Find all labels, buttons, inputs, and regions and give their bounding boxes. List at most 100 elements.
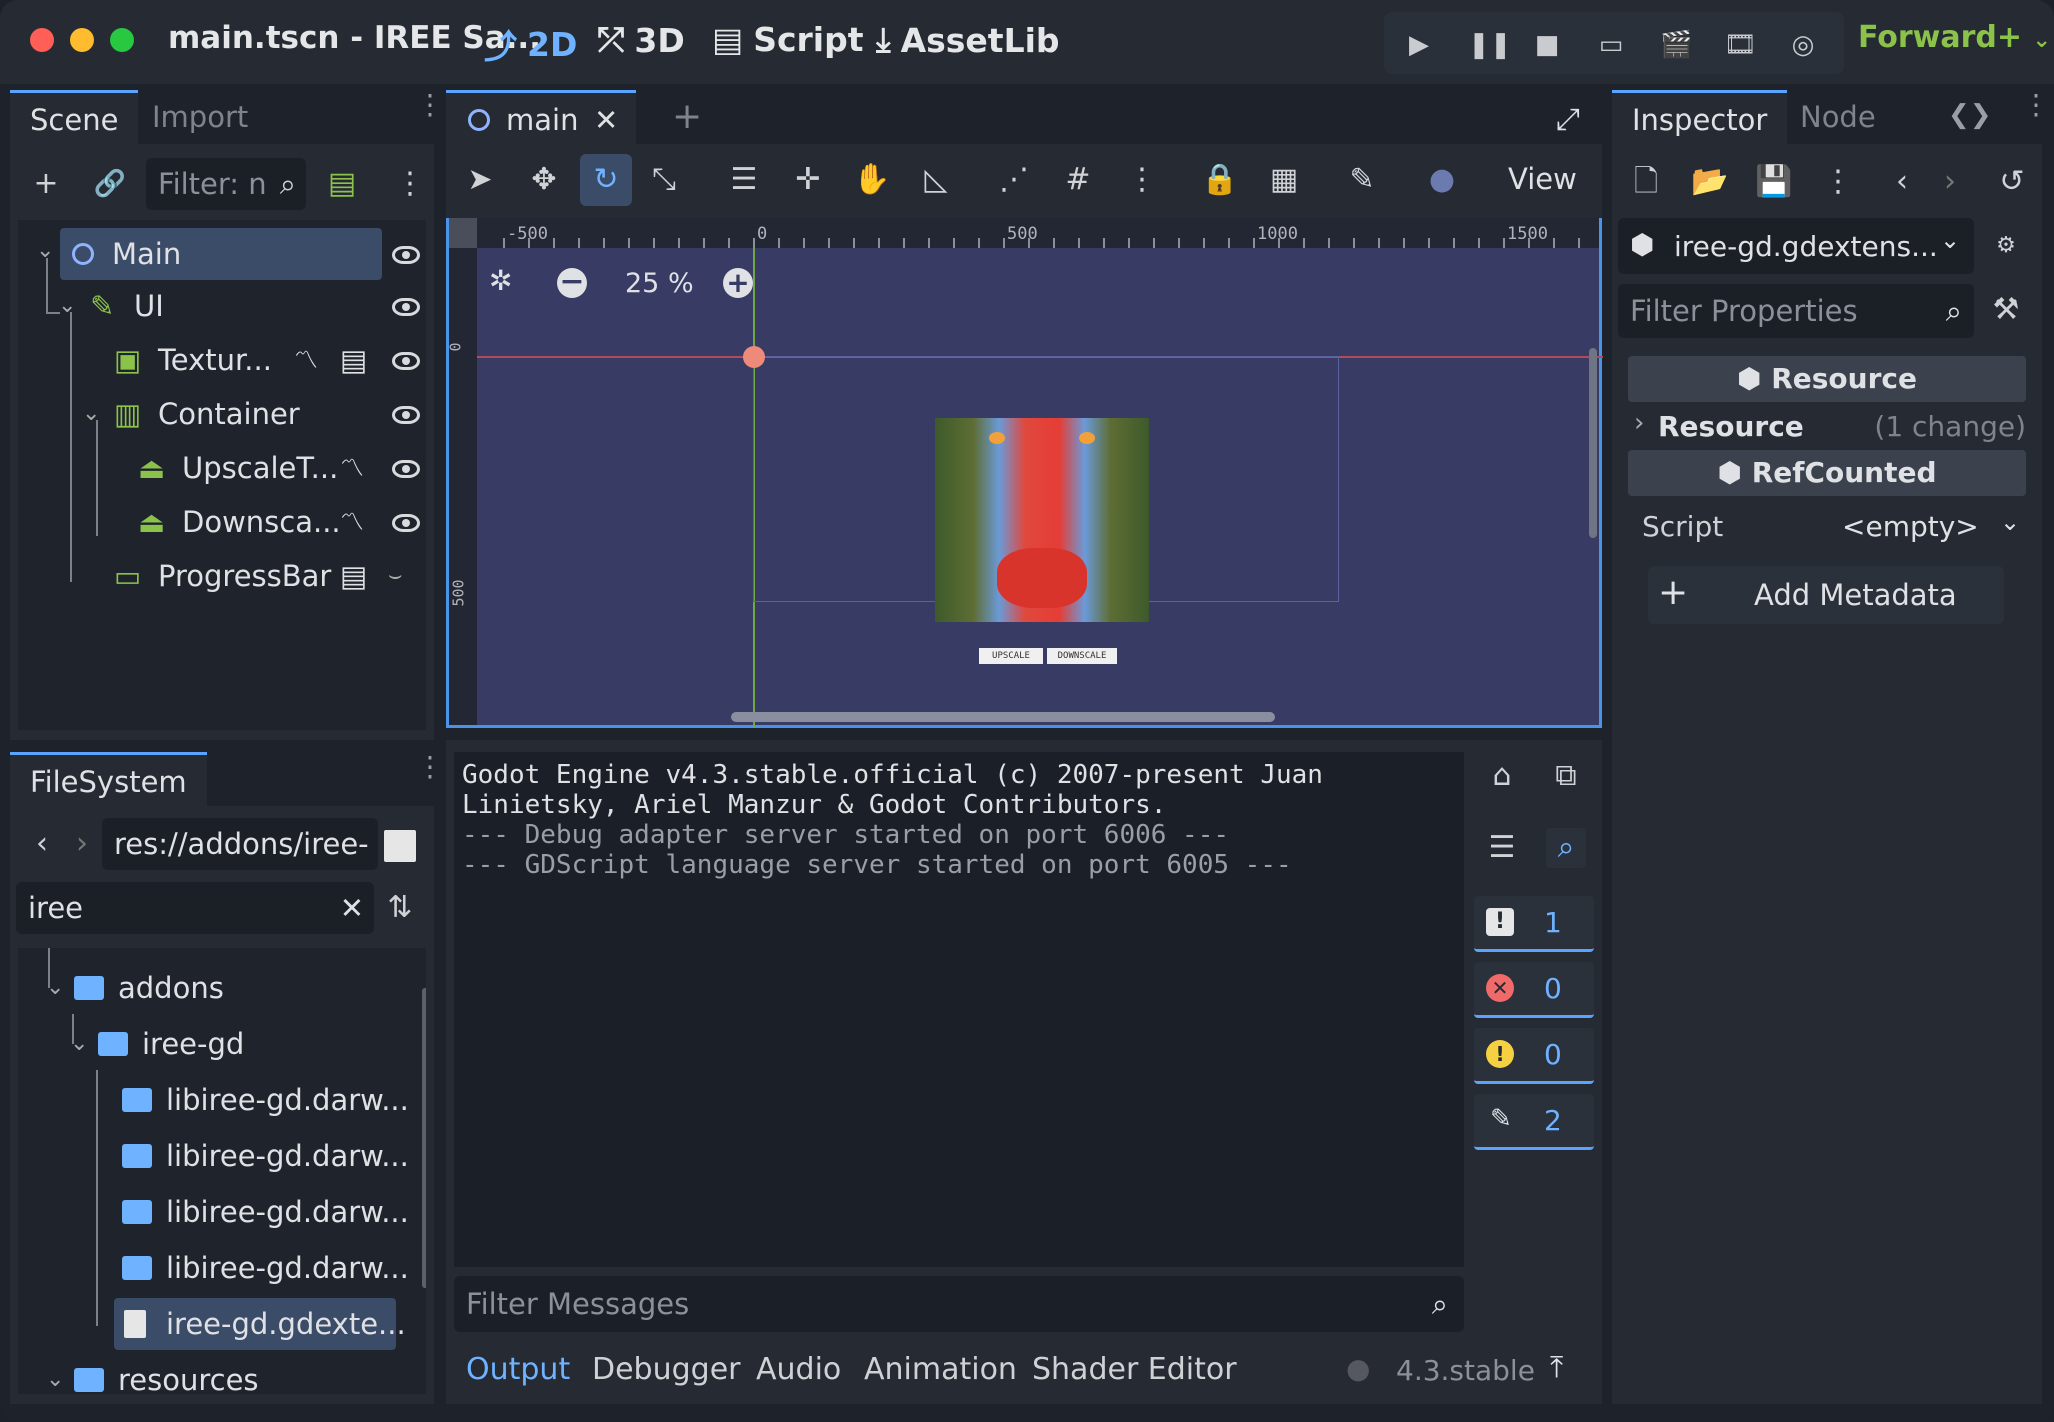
signal-icon[interactable]: 〽 xyxy=(340,442,364,494)
open-resource-icon[interactable]: 📂 xyxy=(1690,162,1730,202)
tree-node-ui[interactable]: ⌄ ✎ UI xyxy=(18,280,418,332)
link-icon[interactable]: 🔗 xyxy=(90,164,130,204)
camera-override-icon[interactable]: ● xyxy=(1422,160,1462,200)
add-metadata-button[interactable]: + Add Metadata xyxy=(1648,566,2004,624)
visibility-eye-icon[interactable] xyxy=(392,246,420,264)
zoom-level[interactable]: 25 % xyxy=(625,268,694,299)
visibility-eye-icon[interactable] xyxy=(392,406,420,424)
dock-menu-icon[interactable]: ⋮ xyxy=(416,753,444,781)
dock-menu-icon[interactable]: ⋮ xyxy=(416,91,444,119)
path-input[interactable]: res://addons/iree- xyxy=(102,818,378,870)
expand-panel-icon[interactable]: ⤒ xyxy=(1550,1350,1563,1385)
file-item-gdextension[interactable]: iree-gd.gdexte... xyxy=(114,1298,406,1350)
file-item-lib-1[interactable]: libiree-gd.darw... xyxy=(18,1074,418,1126)
list-select-icon[interactable]: ☰ xyxy=(724,160,764,200)
bottom-tab-output[interactable]: Output xyxy=(466,1352,570,1387)
pivot-handle[interactable] xyxy=(743,346,765,368)
play-custom-scene-icon[interactable]: 🎞 xyxy=(1724,30,1757,60)
update-spinner-icon[interactable]: ● xyxy=(1346,1352,1370,1385)
sort-icon[interactable]: ⇅ xyxy=(380,888,420,928)
remote-debug-icon[interactable]: ▭ xyxy=(1596,30,1626,60)
add-node-icon[interactable]: + xyxy=(26,164,66,204)
tab-inspector[interactable]: Inspector xyxy=(1612,90,1788,144)
tab-node[interactable]: Node xyxy=(1780,90,1896,144)
errors-filter-button[interactable]: ✕ 0 xyxy=(1474,962,1594,1018)
filter-properties-input[interactable]: Filter Properties ⌕ xyxy=(1618,284,1974,338)
tab-filesystem[interactable]: FileSystem xyxy=(10,752,207,806)
clear-output-icon[interactable]: ⌂ xyxy=(1482,756,1522,796)
tree-node-upscale[interactable]: ⏏ UpscaleT... 〽 xyxy=(18,442,418,494)
tab-scene[interactable]: Scene xyxy=(10,90,139,144)
dock-move-left-icon[interactable]: ❮❯ xyxy=(1948,100,1992,130)
scene-filter-input[interactable]: Filter: n ⌕ xyxy=(146,158,306,210)
vertical-scrollbar[interactable] xyxy=(1589,348,1597,538)
ruler-mode-icon[interactable]: ◺ xyxy=(916,160,956,200)
new-scene-tab-icon[interactable]: + xyxy=(652,90,722,144)
search-toggle-icon[interactable]: ⌕ xyxy=(1546,828,1586,868)
tree-node-container[interactable]: ⌄ ▥ Container xyxy=(18,388,418,440)
chevron-down-icon[interactable]: ⌄ xyxy=(58,280,76,332)
visibility-eye-icon[interactable] xyxy=(392,514,420,532)
collapse-icon[interactable]: ☰ xyxy=(1482,828,1522,868)
hidden-eye-icon[interactable]: ⌣ xyxy=(388,550,402,602)
editor-messages-filter-button[interactable]: ✎ 2 xyxy=(1474,1094,1594,1150)
zoom-out-icon[interactable]: − xyxy=(557,267,587,298)
play-scene-icon[interactable]: 🎬 xyxy=(1660,30,1692,60)
attach-script-icon[interactable]: ▤ xyxy=(322,164,362,204)
toggle-split-icon[interactable] xyxy=(384,830,416,862)
bottom-tab-animation[interactable]: Animation xyxy=(864,1352,1017,1387)
workspace-3d-button[interactable]: ⤱ 3D xyxy=(598,20,685,60)
tree-node-progressbar[interactable]: ▭ ProgressBar ▤ ⌣ xyxy=(18,550,418,602)
signal-icon[interactable]: 〽 xyxy=(294,334,318,386)
scene-menu-icon[interactable]: ⋮ xyxy=(390,164,430,204)
resource-path-select[interactable]: ⬢ iree-gd.gdextens... ⌄ xyxy=(1618,218,1974,274)
workspace-assetlib-button[interactable]: ⤓ AssetLib xyxy=(876,20,1060,60)
grid-snap-icon[interactable]: # xyxy=(1058,160,1098,200)
tree-node-downscale[interactable]: ⏏ Downsca... 〽 xyxy=(18,496,418,548)
copy-icon[interactable]: ⧉ xyxy=(1546,756,1586,796)
file-item-lib-3[interactable]: libiree-gd.darw... xyxy=(18,1186,418,1238)
bottom-tab-debugger[interactable]: Debugger xyxy=(592,1352,741,1387)
tree-node-main[interactable]: Main xyxy=(60,228,382,280)
workspace-script-button[interactable]: ▤ Script xyxy=(712,20,864,59)
file-item-addons[interactable]: ⌄ addons xyxy=(18,962,418,1014)
file-item-lib-2[interactable]: libiree-gd.darw... xyxy=(18,1130,418,1182)
play-icon[interactable]: ▶ xyxy=(1404,30,1434,60)
save-resource-icon[interactable]: 💾 xyxy=(1754,162,1794,202)
tree-node-texturerect[interactable]: ▣ Textur... 〽 ▤ xyxy=(18,334,418,386)
bottom-tab-shader-editor[interactable]: Shader Editor xyxy=(1032,1352,1237,1387)
filesystem-search-input[interactable]: iree ✕ xyxy=(16,882,374,934)
file-item-lib-4[interactable]: libiree-gd.darw... xyxy=(18,1242,418,1294)
resource-menu-icon[interactable]: ⋮ xyxy=(1818,162,1858,202)
visibility-eye-icon[interactable] xyxy=(392,460,420,478)
rotate-mode-icon[interactable]: ↻ xyxy=(580,154,632,206)
lock-icon[interactable]: 🔒 xyxy=(1200,160,1240,200)
filter-messages-input[interactable]: Filter Messages ⌕ xyxy=(454,1276,1464,1332)
visibility-eye-icon[interactable] xyxy=(392,352,420,370)
distraction-free-icon[interactable]: ⤢ xyxy=(1556,102,1580,137)
section-resource[interactable]: ⬢ Resource xyxy=(1628,356,2026,402)
group-icon[interactable]: ▦ xyxy=(1264,160,1304,200)
horizontal-scrollbar[interactable] xyxy=(731,712,1275,722)
history-back-icon[interactable]: ‹ xyxy=(1882,162,1922,202)
section-refcounted[interactable]: ⬢ RefCounted xyxy=(1628,450,2026,496)
pivot-mode-icon[interactable]: ✛ xyxy=(788,160,828,200)
maximize-window-button[interactable] xyxy=(110,28,134,52)
bone-icon[interactable]: ✎ xyxy=(1342,160,1382,200)
history-forward-icon[interactable]: › xyxy=(1930,162,1970,202)
signal-icon[interactable]: 〽 xyxy=(340,496,364,548)
move-mode-icon[interactable]: ✥ xyxy=(524,160,564,200)
close-window-button[interactable] xyxy=(30,28,54,52)
minimize-window-button[interactable] xyxy=(70,28,94,52)
pause-icon[interactable]: ❚❚ xyxy=(1468,30,1512,60)
workspace-2d-button[interactable]: ⤴ 2D xyxy=(484,20,577,68)
downscale-button-preview[interactable]: DOWNSCALE xyxy=(1047,648,1117,664)
open-docs-icon[interactable]: ⚙ xyxy=(1986,226,2026,266)
tab-main-scene[interactable]: main ✕ xyxy=(446,90,636,144)
close-tab-icon[interactable]: ✕ xyxy=(594,93,618,147)
pan-mode-icon[interactable]: ✋ xyxy=(852,160,892,200)
resource-property-row[interactable]: › Resource (1 change) xyxy=(1628,404,2026,450)
file-item-resources[interactable]: ⌄ resources xyxy=(18,1354,418,1394)
canvas-viewport[interactable]: -500 0 500 1000 1500 0 500 ✲ − 25 % + UP… xyxy=(446,218,1603,728)
messages-filter-button[interactable]: ! 1 xyxy=(1474,896,1594,952)
